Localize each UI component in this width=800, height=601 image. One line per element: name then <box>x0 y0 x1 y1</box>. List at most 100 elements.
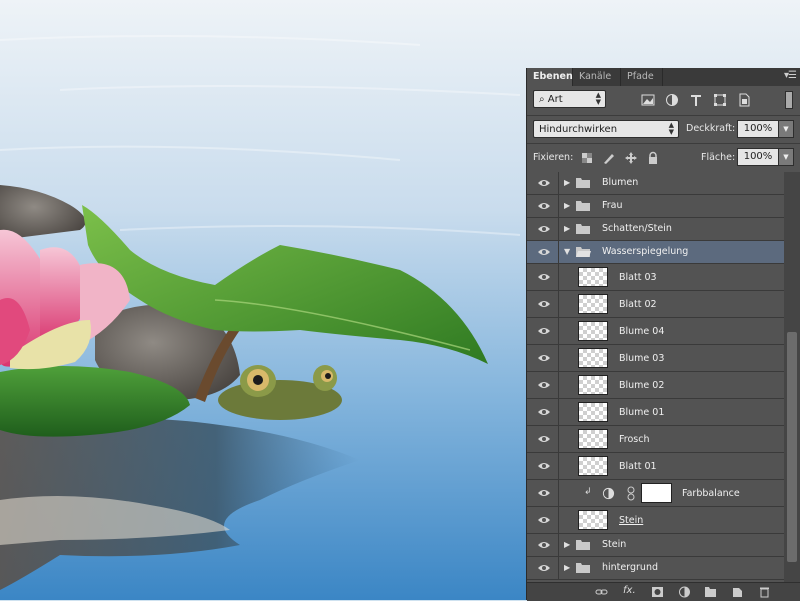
adjustment-layer-filter-icon[interactable] <box>663 91 681 109</box>
layer-name: Stein <box>602 539 627 550</box>
layer-mask-thumbnail[interactable] <box>641 483 672 503</box>
chain-link-icon[interactable] <box>626 486 636 501</box>
lock-transparency-icon[interactable] <box>580 151 594 165</box>
pixel-layer-filter-icon[interactable] <box>639 91 657 109</box>
eye-icon[interactable] <box>537 201 551 211</box>
eye-icon[interactable] <box>537 380 551 390</box>
new-group-icon[interactable] <box>704 586 717 598</box>
folder-icon <box>576 563 590 573</box>
select-arrows-icon: ▲ ▼ <box>668 121 674 136</box>
layer-name: Frau <box>602 200 623 211</box>
filter-toggle-switch[interactable] <box>785 91 793 109</box>
shape-layer-filter-icon[interactable] <box>711 91 729 109</box>
blend-mode-select[interactable]: Hindurchwirken ▲ ▼ <box>533 120 679 138</box>
layer-row[interactable]: Blume 04 <box>527 318 784 345</box>
fill-dropdown-arrow[interactable]: ▼ <box>778 148 794 166</box>
layer-name: Schatten/Stein <box>602 223 672 234</box>
opacity-dropdown-arrow[interactable]: ▼ <box>778 120 794 138</box>
smart-object-filter-icon[interactable] <box>735 91 753 109</box>
eye-icon[interactable] <box>537 224 551 234</box>
layer-name: Blatt 02 <box>619 299 657 310</box>
filter-row: ⌕ Art ▲ ▼ <box>527 90 800 112</box>
eye-icon[interactable] <box>537 515 551 525</box>
layer-row-group[interactable]: ▶ Blumen <box>527 172 784 195</box>
eye-icon[interactable] <box>537 272 551 282</box>
scrollbar-thumb[interactable] <box>787 332 797 562</box>
layer-row-group[interactable]: ▶ Stein <box>527 534 784 557</box>
layer-row-group-selected[interactable]: ▼ Wasserspiegelung <box>527 241 784 264</box>
fill-label: Fläche: <box>701 152 736 163</box>
new-adjustment-layer-icon[interactable] <box>678 586 691 598</box>
layer-thumbnail[interactable] <box>578 429 608 449</box>
type-layer-filter-icon[interactable] <box>687 91 705 109</box>
layer-row[interactable]: Blume 02 <box>527 372 784 399</box>
layer-thumbnail[interactable] <box>578 456 608 476</box>
eye-icon[interactable] <box>537 563 551 573</box>
filter-type-select[interactable]: ⌕ Art ▲ ▼ <box>533 90 606 108</box>
eye-icon[interactable] <box>537 434 551 444</box>
divider <box>527 115 800 116</box>
layer-name: Blatt 03 <box>619 272 657 283</box>
expand-triangle-icon[interactable]: ▶ <box>564 540 570 549</box>
layer-name: Frosch <box>619 434 650 445</box>
divider <box>527 143 800 144</box>
collapse-triangle-icon[interactable]: ▼ <box>564 247 570 256</box>
delete-layer-icon[interactable] <box>758 586 771 598</box>
layer-thumbnail[interactable] <box>578 321 608 341</box>
layer-row-group[interactable]: ▶ Schatten/Stein <box>527 218 784 241</box>
layer-row[interactable]: Frosch <box>527 426 784 453</box>
expand-triangle-icon[interactable]: ▶ <box>564 178 570 187</box>
layer-name: hintergrund <box>602 562 658 573</box>
tab-pfade[interactable]: Pfade <box>621 68 663 86</box>
layers-panel: Ebenen Kanäle Pfade ▾☰ ⌕ Art ▲ ▼ Hindurch… <box>527 68 800 601</box>
layer-row[interactable]: Blatt 01 <box>527 453 784 480</box>
layer-thumbnail[interactable] <box>578 348 608 368</box>
fill-input[interactable]: 100% <box>737 148 779 166</box>
add-mask-icon[interactable] <box>651 586 664 598</box>
tab-ebenen[interactable]: Ebenen <box>527 68 573 86</box>
link-layers-icon[interactable] <box>595 586 608 598</box>
opacity-input[interactable]: 100% <box>737 120 779 138</box>
eye-icon[interactable] <box>537 326 551 336</box>
lock-label: Fixieren: <box>533 152 574 163</box>
layer-row-adjustment[interactable]: ↲ Farbbalance <box>527 480 784 507</box>
panel-menu-icon[interactable]: ▾☰ <box>784 70 797 81</box>
new-layer-icon[interactable] <box>731 586 744 598</box>
layer-list: ▶ Blumen ▶ Frau ▶ Schatten/Stein ▼ Wasse… <box>527 172 784 582</box>
layers-panel-footer: fx. <box>527 582 800 601</box>
layer-row[interactable]: Blatt 02 <box>527 291 784 318</box>
layer-row-group[interactable]: ▶ hintergrund <box>527 557 784 580</box>
eye-icon[interactable] <box>537 540 551 550</box>
eye-icon[interactable] <box>537 488 551 498</box>
expand-triangle-icon[interactable]: ▶ <box>564 201 570 210</box>
layer-thumbnail[interactable] <box>578 267 608 287</box>
layers-scrollbar[interactable] <box>784 172 800 582</box>
lock-all-icon[interactable] <box>646 151 660 165</box>
layer-thumbnail[interactable] <box>578 402 608 422</box>
layer-row[interactable]: Stein <box>527 507 784 534</box>
layer-thumbnail[interactable] <box>578 375 608 395</box>
layer-name: Blume 04 <box>619 326 665 337</box>
expand-triangle-icon[interactable]: ▶ <box>564 224 570 233</box>
layer-name: Wasserspiegelung <box>602 246 689 257</box>
tab-kanaele[interactable]: Kanäle <box>573 68 621 86</box>
expand-triangle-icon[interactable]: ▶ <box>564 563 570 572</box>
eye-icon[interactable] <box>537 178 551 188</box>
layer-thumbnail[interactable] <box>578 294 608 314</box>
layer-style-fx-icon[interactable]: fx. <box>623 585 636 596</box>
eye-icon[interactable] <box>537 353 551 363</box>
layer-thumbnail[interactable] <box>578 510 608 530</box>
layer-row[interactable]: Blume 01 <box>527 399 784 426</box>
lock-position-icon[interactable] <box>624 151 638 165</box>
layer-name: Farbbalance <box>682 488 740 499</box>
eye-icon[interactable] <box>537 407 551 417</box>
layer-row-group[interactable]: ▶ Frau <box>527 195 784 218</box>
eye-icon[interactable] <box>537 461 551 471</box>
eye-icon[interactable] <box>537 299 551 309</box>
eye-icon[interactable] <box>537 247 551 257</box>
lock-image-pixels-icon[interactable] <box>602 151 616 165</box>
layer-row[interactable]: Blatt 03 <box>527 264 784 291</box>
folder-icon <box>576 178 590 188</box>
layer-row[interactable]: Blume 03 <box>527 345 784 372</box>
select-arrows-icon: ▲ ▼ <box>595 91 601 106</box>
